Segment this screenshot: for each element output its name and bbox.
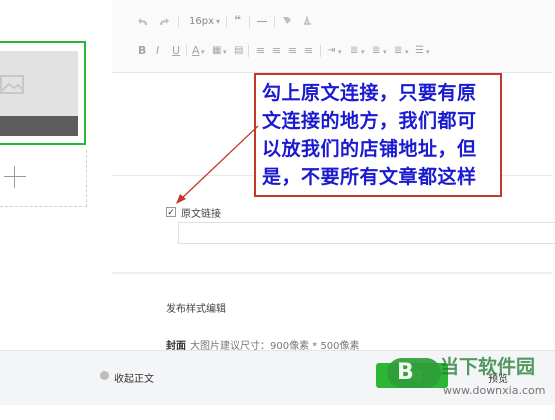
font-color-icon[interactable]: A	[192, 45, 200, 57]
chevron-down-icon[interactable]: ▾	[383, 46, 387, 58]
watermark-site-name: 当下软件园	[440, 356, 536, 378]
toolbar-separator	[226, 16, 227, 28]
publish-style-heading: 发布样式编辑	[166, 304, 226, 315]
chevron-down-icon[interactable]: ▾	[201, 46, 205, 58]
original-link-checkbox[interactable]: ✓	[166, 207, 176, 218]
plus-icon[interactable]	[4, 166, 26, 188]
underline-icon[interactable]: U	[172, 45, 180, 57]
align-center-icon[interactable]: ≡	[272, 45, 281, 57]
watermark-logo: B	[387, 358, 441, 388]
annotation-text: 勾上原文连接，只要有原文连接的地方，我们都可以放我们的店铺地址，但是，不要所有文…	[262, 82, 477, 188]
italic-icon[interactable]: I	[156, 45, 159, 57]
table-icon[interactable]: ▤	[234, 45, 243, 57]
thumbnail-title-bar	[0, 116, 78, 136]
article-thumbnail-card[interactable]	[0, 41, 86, 145]
bottom-strip	[0, 405, 555, 420]
background-color-icon[interactable]: ▦	[212, 45, 221, 57]
section-divider	[112, 272, 552, 274]
collapse-body-link[interactable]: 收起正文	[114, 370, 154, 385]
toolbar-separator	[178, 16, 179, 28]
horizontal-rule-icon[interactable]	[257, 21, 267, 22]
toolbar-separator	[274, 16, 275, 28]
redo-icon[interactable]	[159, 17, 169, 26]
line-height-icon[interactable]: ≣	[350, 45, 358, 57]
chevron-down-icon[interactable]: ▾	[223, 46, 227, 58]
paragraph-spacing-icon[interactable]: ≣	[372, 45, 380, 57]
align-left-icon[interactable]: ≡	[256, 45, 265, 57]
collapse-icon[interactable]	[100, 371, 109, 380]
letter-spacing-icon[interactable]: ≣	[394, 45, 402, 57]
font-size-select[interactable]: 16px	[189, 16, 214, 27]
clear-format-icon[interactable]	[302, 16, 312, 25]
toolbar-separator	[186, 45, 187, 57]
indent-icon[interactable]: ⇥	[327, 45, 335, 57]
toolbar-separator	[248, 45, 249, 57]
editor-toolbar: 16px ▾ ❝ B I U A ▾ ▦ ▾ ▤ ≡ ≡ ≡ ≡ ⇥ ▾ ≣ ▾…	[112, 0, 552, 73]
quote-icon[interactable]: ❝	[234, 14, 241, 26]
image-icon	[0, 75, 24, 94]
undo-icon[interactable]	[138, 17, 148, 26]
align-right-icon[interactable]: ≡	[288, 45, 297, 57]
list-icon[interactable]: ☰	[415, 45, 424, 57]
watermark-url: www.downxia.com	[443, 384, 546, 397]
toolbar-separator	[320, 45, 321, 57]
format-painter-icon[interactable]	[282, 16, 292, 25]
chevron-down-icon[interactable]: ▾	[338, 46, 342, 58]
chevron-down-icon[interactable]: ▾	[426, 46, 430, 58]
chevron-down-icon[interactable]: ▾	[405, 46, 409, 58]
chevron-down-icon[interactable]: ▾	[361, 46, 365, 58]
toolbar-separator	[249, 16, 250, 28]
annotation-callout: 勾上原文连接，只要有原文连接的地方，我们都可以放我们的店铺地址，但是，不要所有文…	[254, 73, 502, 197]
bold-icon[interactable]: B	[138, 45, 146, 57]
align-justify-icon[interactable]: ≡	[304, 45, 313, 57]
original-link-label: 原文链接	[181, 209, 221, 220]
original-link-input[interactable]	[178, 222, 555, 244]
chevron-down-icon[interactable]: ▾	[216, 16, 220, 28]
